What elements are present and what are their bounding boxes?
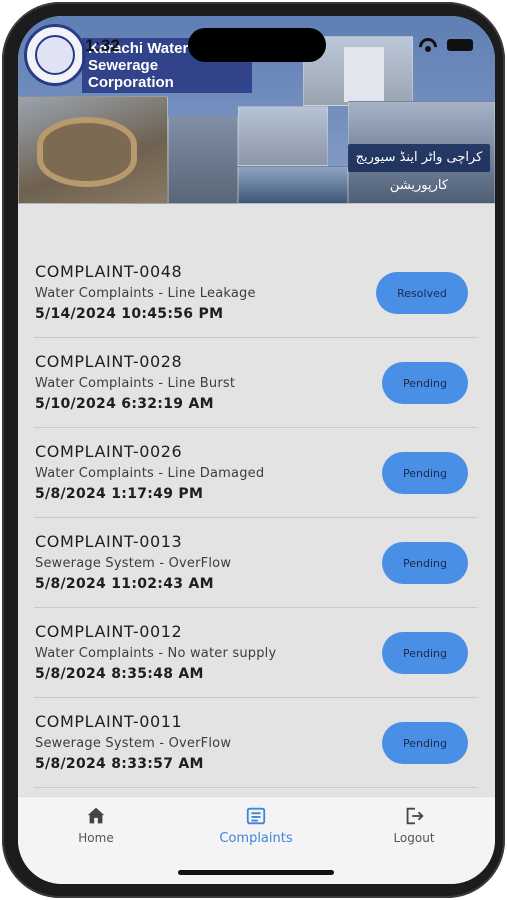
list-item[interactable]: COMPLAINT-0012 Water Complaints - No wat… (34, 608, 477, 698)
reservoir-shape (37, 117, 137, 187)
list-item[interactable]: COMPLAINT-0048 Water Complaints - Line L… (34, 248, 477, 338)
logout-icon (406, 807, 424, 825)
home-indicator (178, 870, 334, 875)
list-item[interactable]: COMPLAINT-0013 Sewerage System - OverFlo… (34, 518, 477, 608)
nav-logout[interactable]: Logout (354, 805, 474, 851)
screen: Karachi Water Sewerage Corporation کراچی… (18, 16, 495, 884)
building-shape (344, 47, 384, 102)
complaint-id: COMPLAINT-0011 (35, 712, 183, 731)
status-badge[interactable]: Pending (382, 452, 468, 494)
kwsc-logo (24, 24, 86, 86)
complaint-category: Sewerage System - OverFlow (35, 736, 232, 751)
nav-logout-label: Logout (393, 831, 435, 845)
complaint-id: COMPLAINT-0026 (35, 442, 183, 461)
banner-photo-water (238, 166, 348, 204)
status-badge[interactable]: Pending (382, 722, 468, 764)
list-item[interactable]: COMPLAINT-0028 Water Complaints - Line B… (34, 338, 477, 428)
complaint-datetime: 5/8/2024 8:35:48 AM (35, 666, 204, 682)
banner-photo-reservoir (18, 96, 168, 204)
status-badge[interactable]: Pending (382, 632, 468, 674)
phone-frame: Karachi Water Sewerage Corporation کراچی… (2, 2, 505, 898)
org-name-line2: Sewerage Corporation (88, 57, 174, 91)
nav-complaints-label: Complaints (219, 831, 293, 846)
complaint-datetime: 5/8/2024 11:02:43 AM (35, 576, 214, 592)
status-badge[interactable]: Resolved (376, 272, 468, 314)
complaint-datetime: 5/8/2024 8:33:57 AM (35, 756, 204, 772)
complaints-list[interactable]: COMPLAINT-0048 Water Complaints - Line L… (18, 204, 495, 796)
list-item[interactable]: COMPLAINT-0011 Sewerage System - OverFlo… (34, 698, 477, 788)
status-icons (419, 38, 473, 52)
status-time: 1:32 (85, 36, 121, 55)
complaint-category: Water Complaints - Line Burst (35, 376, 236, 391)
home-icon (87, 807, 105, 824)
nav-complaints[interactable]: Complaints (196, 805, 316, 851)
banner-photo-plant (168, 116, 238, 204)
complaint-id: COMPLAINT-0013 (35, 532, 183, 551)
banner-photo-office (238, 106, 328, 166)
status-badge[interactable]: Pending (382, 362, 468, 404)
complaint-category: Sewerage System - OverFlow (35, 556, 232, 571)
status-badge[interactable]: Pending (382, 542, 468, 584)
complaint-category: Water Complaints - No water supply (35, 646, 277, 661)
urdu-org-name: کراچی واٹر اینڈ سیوریج کارپوریشن (348, 144, 490, 193)
list-item[interactable]: COMPLAINT-0026 Water Complaints - Line D… (34, 428, 477, 518)
complaint-category: Water Complaints - Line Damaged (35, 466, 265, 481)
nav-home-label: Home (78, 831, 114, 845)
complaint-category: Water Complaints - Line Leakage (35, 286, 256, 301)
complaint-id: COMPLAINT-0048 (35, 262, 183, 281)
complaint-datetime: 5/10/2024 6:32:19 AM (35, 396, 214, 412)
battery-icon (447, 39, 473, 51)
dynamic-island (188, 28, 326, 62)
complaint-datetime: 5/14/2024 10:45:56 PM (35, 306, 224, 322)
complaint-id: COMPLAINT-0028 (35, 352, 183, 371)
list-icon (246, 807, 266, 825)
complaint-datetime: 5/8/2024 1:17:49 PM (35, 486, 204, 502)
nav-home[interactable]: Home (36, 805, 156, 851)
wifi-icon (419, 38, 437, 52)
logo-emblem-icon (35, 35, 75, 75)
complaint-id: COMPLAINT-0012 (35, 622, 183, 641)
